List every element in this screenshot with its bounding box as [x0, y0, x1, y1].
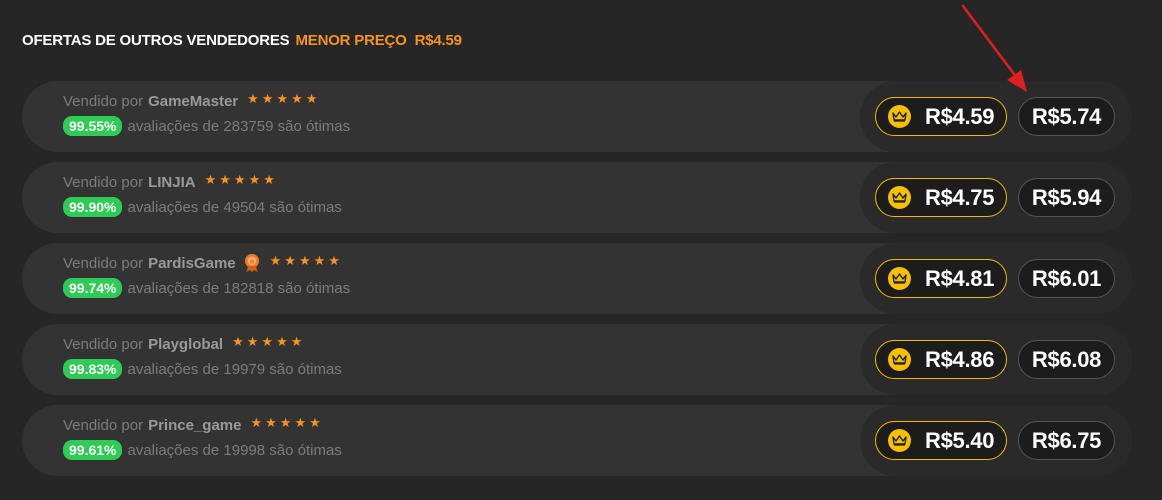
seller-info: Vendido por Prince_game ★ ★ ★ ★ ★ 99.61%… — [63, 415, 342, 460]
seller-info: Vendido por GameMaster ★ ★ ★ ★ ★ 99.55% … — [63, 91, 350, 136]
rating-percent-badge: 99.74% — [63, 278, 123, 298]
member-price-button[interactable]: R$4.75 — [875, 178, 1007, 217]
regular-price-value: R$6.08 — [1031, 346, 1102, 372]
regular-price-button[interactable]: R$6.08 — [1018, 340, 1115, 379]
member-price-value: R$5.40 — [925, 427, 995, 453]
price-group: R$5.40 R$6.75 — [860, 405, 1132, 476]
sold-by-label: Vendido por — [63, 92, 144, 110]
star-icon: ★ — [204, 171, 217, 187]
star-icon: ★ — [265, 414, 277, 430]
sold-by-label: Vendido por — [63, 254, 144, 272]
star-rating: ★ ★ ★ ★ ★ — [247, 92, 317, 105]
star-icon: ★ — [250, 414, 263, 430]
seller-info: Vendido por Playglobal ★ ★ ★ ★ ★ 99.83% … — [63, 334, 342, 379]
star-rating: ★ ★ ★ ★ ★ — [250, 416, 320, 429]
rating-percent-badge: 99.83% — [63, 359, 123, 379]
offer-row: Vendido por Playglobal ★ ★ ★ ★ ★ 99.83% … — [22, 324, 1132, 395]
star-icon: ★ — [291, 90, 303, 106]
member-price-button[interactable]: R$4.59 — [875, 97, 1007, 136]
star-rating: ★ ★ ★ ★ ★ — [270, 254, 340, 267]
crown-icon — [888, 429, 911, 452]
star-icon: ★ — [269, 252, 282, 268]
reviews-text: avaliações de 49504 são ótimas — [127, 198, 342, 216]
star-icon: ★ — [276, 90, 289, 106]
sold-by-label: Vendido por — [63, 335, 144, 353]
sold-by-label: Vendido por — [63, 173, 144, 191]
star-icon: ★ — [232, 333, 244, 349]
award-medal-icon — [243, 253, 261, 273]
seller-info: Vendido por LINJIA ★ ★ ★ ★ ★ 99.90% aval… — [63, 172, 342, 217]
star-icon: ★ — [290, 333, 303, 349]
seller-info: Vendido por PardisGame ★ ★ ★ ★ ★ 99.74% … — [63, 253, 350, 298]
lowest-price-label: MENOR PREÇO — [295, 32, 407, 49]
member-price-value: R$4.75 — [925, 184, 995, 210]
star-icon: ★ — [261, 333, 274, 349]
member-price-value: R$4.59 — [925, 103, 995, 129]
star-icon: ★ — [261, 90, 274, 106]
member-price-button[interactable]: R$4.81 — [875, 259, 1007, 298]
regular-price-value: R$6.75 — [1031, 427, 1102, 453]
star-icon: ★ — [305, 90, 318, 106]
star-icon: ★ — [263, 171, 275, 187]
regular-price-value: R$6.01 — [1031, 265, 1102, 291]
rating-percent-badge: 99.90% — [63, 197, 123, 217]
star-icon: ★ — [279, 414, 292, 430]
section-title: OFERTAS DE OUTROS VENDEDORES — [22, 32, 290, 49]
star-rating: ★ ★ ★ ★ ★ — [205, 173, 275, 186]
red-arrow-icon — [961, 4, 1027, 92]
star-icon: ★ — [294, 414, 307, 430]
regular-price-button[interactable]: R$6.75 — [1018, 421, 1115, 460]
seller-name[interactable]: PardisGame — [148, 255, 236, 272]
rating-percent-badge: 99.55% — [63, 116, 123, 136]
price-group: R$4.75 R$5.94 — [860, 162, 1132, 233]
crown-icon — [888, 186, 911, 209]
lowest-price-value: R$4.59 — [414, 32, 462, 49]
regular-price-value: R$5.74 — [1031, 103, 1102, 129]
sold-by-label: Vendido por — [63, 416, 144, 434]
star-icon: ★ — [328, 252, 340, 268]
regular-price-button[interactable]: R$5.94 — [1018, 178, 1115, 217]
offers-header: OFERTAS DE OUTROS VENDEDORES MENOR PREÇO… — [22, 32, 462, 49]
seller-name[interactable]: GameMaster — [148, 93, 238, 110]
star-icon: ★ — [248, 171, 261, 187]
rating-percent-badge: 99.61% — [63, 440, 123, 460]
offer-row: Vendido por PardisGame ★ ★ ★ ★ ★ 99.74% … — [22, 243, 1132, 314]
star-icon: ★ — [276, 333, 288, 349]
crown-icon — [888, 348, 911, 371]
star-icon: ★ — [309, 414, 321, 430]
seller-name[interactable]: Prince_game — [148, 417, 241, 434]
crown-icon — [888, 267, 911, 290]
offer-row: Vendido por Prince_game ★ ★ ★ ★ ★ 99.61%… — [22, 405, 1132, 476]
price-group: R$4.86 R$6.08 — [860, 324, 1132, 395]
star-icon: ★ — [219, 171, 231, 187]
regular-price-button[interactable]: R$5.74 — [1018, 97, 1115, 136]
regular-price-value: R$5.94 — [1031, 184, 1102, 210]
price-group: R$4.81 R$6.01 — [860, 243, 1132, 314]
crown-icon — [888, 105, 911, 128]
seller-name[interactable]: Playglobal — [148, 336, 223, 353]
offers-list: Vendido por GameMaster ★ ★ ★ ★ ★ 99.55% … — [22, 81, 1132, 486]
star-icon: ★ — [233, 171, 246, 187]
member-price-value: R$4.86 — [925, 346, 995, 372]
regular-price-button[interactable]: R$6.01 — [1018, 259, 1115, 298]
star-rating: ★ ★ ★ ★ ★ — [232, 335, 302, 348]
star-icon: ★ — [313, 252, 326, 268]
star-icon: ★ — [247, 90, 259, 106]
reviews-text: avaliações de 19998 são ótimas — [127, 441, 342, 459]
member-price-button[interactable]: R$4.86 — [875, 340, 1007, 379]
member-price-value: R$4.81 — [925, 265, 995, 291]
star-icon: ★ — [284, 252, 296, 268]
offer-row: Vendido por LINJIA ★ ★ ★ ★ ★ 99.90% aval… — [22, 162, 1132, 233]
reviews-text: avaliações de 182818 são ótimas — [127, 279, 351, 297]
member-price-button[interactable]: R$5.40 — [875, 421, 1007, 460]
reviews-text: avaliações de 283759 são ótimas — [127, 117, 351, 135]
star-icon: ★ — [246, 333, 259, 349]
seller-name[interactable]: LINJIA — [148, 174, 196, 191]
reviews-text: avaliações de 19979 são ótimas — [127, 360, 342, 378]
star-icon: ★ — [298, 252, 311, 268]
